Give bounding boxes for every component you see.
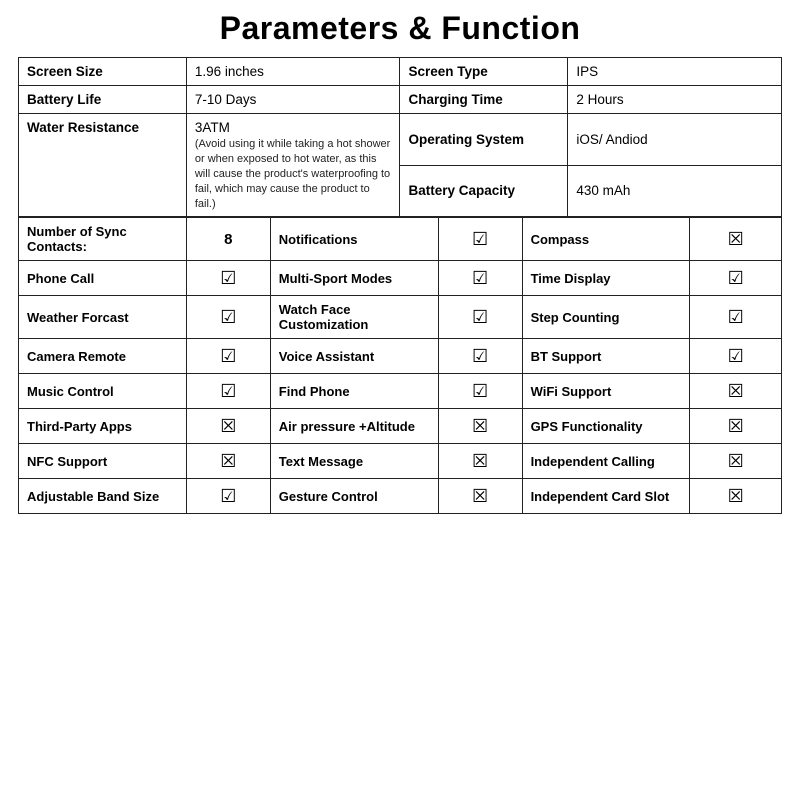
feature-col2-check: ☑ [438, 374, 522, 409]
os-value: iOS/ Andiod [568, 114, 782, 166]
feature-row: Number of Sync Contacts:8Notifications☑C… [19, 218, 782, 261]
feature-col2-label: Find Phone [270, 374, 438, 409]
feature-col3-label: Compass [522, 218, 690, 261]
screen-size-value: 1.96 inches [186, 58, 400, 86]
page: Parameters & Function Screen Size 1.96 i… [0, 0, 800, 800]
charging-time-value: 2 Hours [568, 86, 782, 114]
feature-col1-check: ☑ [186, 296, 270, 339]
battery-capacity-value: 430 mAh [568, 165, 782, 217]
water-resistance-value: 3ATM (Avoid using it while taking a hot … [186, 114, 400, 217]
feature-col3-check: ☒ [690, 479, 782, 514]
feature-col1-label: Music Control [19, 374, 187, 409]
feature-col1-label: Number of Sync Contacts: [19, 218, 187, 261]
feature-col2-label: Watch Face Customization [270, 296, 438, 339]
feature-col3-label: Independent Calling [522, 444, 690, 479]
feature-row: Weather Forcast☑Watch Face Customization… [19, 296, 782, 339]
feature-col3-check: ☒ [690, 409, 782, 444]
screen-size-label: Screen Size [19, 58, 187, 86]
screen-type-value: IPS [568, 58, 782, 86]
feature-col3-check: ☑ [690, 339, 782, 374]
feature-col2-label: Air pressure +Altitude [270, 409, 438, 444]
water-resistance-label: Water Resistance [19, 114, 187, 217]
feature-row: Third-Party Apps☒Air pressure +Altitude☒… [19, 409, 782, 444]
feature-col1-check: 8 [186, 218, 270, 261]
feature-col2-label: Notifications [270, 218, 438, 261]
feature-col1-check: ☒ [186, 444, 270, 479]
feature-col2-check: ☒ [438, 479, 522, 514]
feature-col1-label: Phone Call [19, 261, 187, 296]
feature-col3-label: Independent Card Slot [522, 479, 690, 514]
features-table: Number of Sync Contacts:8Notifications☑C… [18, 217, 782, 514]
spec-row-battery: Battery Life 7-10 Days Charging Time 2 H… [19, 86, 782, 114]
feature-col2-label: Multi-Sport Modes [270, 261, 438, 296]
feature-col2-check: ☑ [438, 218, 522, 261]
feature-col1-label: Adjustable Band Size [19, 479, 187, 514]
feature-col1-label: Camera Remote [19, 339, 187, 374]
screen-type-label: Screen Type [400, 58, 568, 86]
feature-col3-check: ☑ [690, 261, 782, 296]
charging-time-label: Charging Time [400, 86, 568, 114]
feature-col2-check: ☑ [438, 296, 522, 339]
feature-row: Music Control☑Find Phone☑WiFi Support☒ [19, 374, 782, 409]
feature-row: Camera Remote☑Voice Assistant☑BT Support… [19, 339, 782, 374]
specs-table: Screen Size 1.96 inches Screen Type IPS … [18, 57, 782, 217]
feature-col2-check: ☒ [438, 409, 522, 444]
feature-col2-check: ☑ [438, 261, 522, 296]
feature-col3-check: ☒ [690, 444, 782, 479]
feature-col3-label: GPS Functionality [522, 409, 690, 444]
battery-capacity-label: Battery Capacity [400, 165, 568, 217]
feature-col3-label: WiFi Support [522, 374, 690, 409]
feature-row: Phone Call☑Multi-Sport Modes☑Time Displa… [19, 261, 782, 296]
spec-row-water: Water Resistance 3ATM (Avoid using it wh… [19, 114, 782, 166]
feature-col2-label: Gesture Control [270, 479, 438, 514]
feature-col2-label: Text Message [270, 444, 438, 479]
feature-col3-check: ☒ [690, 218, 782, 261]
feature-col1-check: ☒ [186, 409, 270, 444]
feature-col3-check: ☑ [690, 296, 782, 339]
spec-row-screen: Screen Size 1.96 inches Screen Type IPS [19, 58, 782, 86]
feature-col3-label: Time Display [522, 261, 690, 296]
battery-life-label: Battery Life [19, 86, 187, 114]
feature-row: Adjustable Band Size☑Gesture Control☒Ind… [19, 479, 782, 514]
battery-life-value: 7-10 Days [186, 86, 400, 114]
feature-row: NFC Support☒Text Message☒Independent Cal… [19, 444, 782, 479]
feature-col3-label: Step Counting [522, 296, 690, 339]
feature-col2-label: Voice Assistant [270, 339, 438, 374]
feature-col1-check: ☑ [186, 339, 270, 374]
feature-col1-label: Weather Forcast [19, 296, 187, 339]
os-label: Operating System [400, 114, 568, 166]
feature-col1-label: Third-Party Apps [19, 409, 187, 444]
feature-col2-check: ☒ [438, 444, 522, 479]
feature-col1-check: ☑ [186, 374, 270, 409]
feature-col2-check: ☑ [438, 339, 522, 374]
feature-col1-check: ☑ [186, 479, 270, 514]
page-title: Parameters & Function [18, 10, 782, 47]
feature-col1-label: NFC Support [19, 444, 187, 479]
feature-col1-check: ☑ [186, 261, 270, 296]
feature-col3-check: ☒ [690, 374, 782, 409]
feature-col3-label: BT Support [522, 339, 690, 374]
